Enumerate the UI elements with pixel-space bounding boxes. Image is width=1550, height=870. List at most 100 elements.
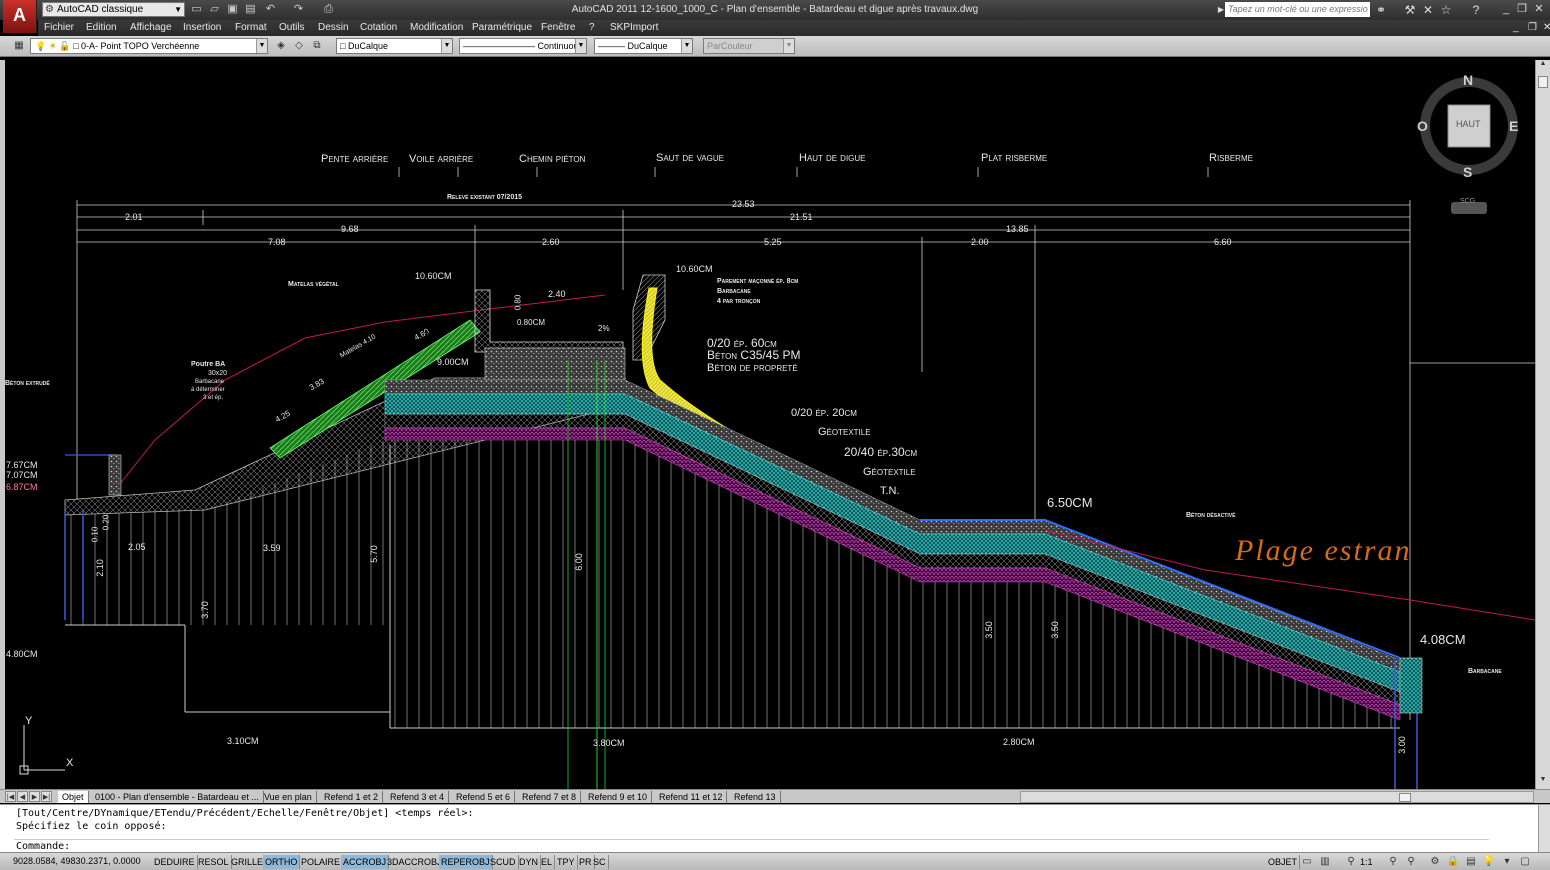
annotation-scale[interactable]: 1:1: [1358, 855, 1375, 869]
toggle-ortho[interactable]: ORTHO: [263, 855, 301, 869]
lineweight-select[interactable]: ——— DuCalque ▼: [594, 38, 693, 54]
ucs-icon: [19, 725, 65, 775]
menu-skpimport[interactable]: SKPImport: [610, 22, 658, 33]
menu-affichage[interactable]: Affichage: [130, 22, 172, 33]
color-select[interactable]: □ DuCalque ▼: [336, 38, 453, 54]
close-x-icon[interactable]: ✕: [1420, 2, 1436, 18]
menu-modification[interactable]: Modification: [410, 22, 463, 33]
annotation-visibility-icon[interactable]: ⚲: [1386, 855, 1400, 869]
menu-outils[interactable]: Outils: [279, 22, 305, 33]
last-tab-icon[interactable]: ▶|: [41, 791, 52, 802]
menu-help[interactable]: ?: [589, 22, 595, 33]
viewcube[interactable]: [1420, 77, 1518, 214]
layer-select[interactable]: 💡 ☀ 🔓 □ 0-A- Point TOPO Verchéenne ▼: [30, 38, 268, 54]
lightbulb-icon: 💡: [35, 41, 47, 51]
toggle-3daccrobj[interactable]: 3DACCROBJ: [385, 855, 445, 869]
next-tab-icon[interactable]: ▶: [29, 791, 40, 802]
tab-refend-5-6[interactable]: Refend 5 et 6: [452, 791, 516, 803]
tab-vue-en-plan[interactable]: Vue en plan: [260, 791, 317, 803]
doc-minimize-button[interactable]: _: [1513, 22, 1519, 33]
toggle-sc[interactable]: SC: [591, 855, 609, 869]
tab-objet[interactable]: Objet: [58, 791, 89, 803]
save-icon[interactable]: ▣: [226, 3, 239, 16]
scroll-up-icon[interactable]: ▲: [1536, 60, 1550, 72]
toggle-dyn[interactable]: DYN: [517, 855, 542, 869]
linetype-select[interactable]: ———————— Continuous ▼: [459, 38, 587, 54]
auto-scale-icon[interactable]: ⚲: [1404, 855, 1418, 869]
scroll-thumb[interactable]: [1538, 76, 1548, 88]
tab-refend-13[interactable]: Refend 13: [730, 791, 781, 803]
doc-restore-button[interactable]: ❐: [1528, 22, 1537, 33]
model-icon[interactable]: ▭: [1300, 855, 1314, 869]
help-icon[interactable]: ?: [1468, 2, 1484, 18]
menu-fichier[interactable]: Fichier: [44, 22, 74, 33]
save-as-icon[interactable]: ▤: [244, 3, 257, 16]
tab-refend-1-2[interactable]: Refend 1 et 2: [320, 791, 384, 803]
menu-fenetre[interactable]: Fenêtre: [541, 22, 575, 33]
open-file-icon[interactable]: ▱: [208, 3, 221, 16]
toggle-reperobj[interactable]: REPEROBJ: [439, 855, 493, 869]
clean-screen-icon[interactable]: ▢: [1518, 855, 1532, 869]
command-scrollbar[interactable]: [1538, 805, 1550, 853]
minimize-button[interactable]: _: [1498, 2, 1514, 16]
model-space-button[interactable]: OBJET: [1266, 855, 1301, 869]
undo-icon[interactable]: ↶: [264, 3, 277, 16]
toggle-accrobj[interactable]: ACCROBJ: [341, 855, 390, 869]
command-prompt: Commande:: [16, 841, 71, 852]
toggle-deduire[interactable]: DEDUIRE: [152, 855, 198, 869]
first-tab-icon[interactable]: |◀: [5, 791, 16, 802]
tab-refend-11-12[interactable]: Refend 11 et 12: [655, 791, 728, 803]
hscroll-thumb[interactable]: [1399, 793, 1411, 802]
layer-manager-icon[interactable]: ▦: [12, 39, 26, 53]
menu-format[interactable]: Format: [235, 22, 267, 33]
lock-icon[interactable]: 🔒: [1446, 855, 1460, 869]
toggle-resol[interactable]: RESOL: [196, 855, 232, 869]
annotation-scale-icon[interactable]: ⚲: [1344, 855, 1358, 869]
toggle-el[interactable]: EL: [539, 855, 556, 869]
tab-refend-9-10[interactable]: Refend 9 et 10: [584, 791, 653, 803]
vertical-scrollbar[interactable]: ▲ ▼: [1535, 60, 1550, 789]
layer-previous-icon[interactable]: ◇: [292, 39, 306, 53]
prev-tab-icon[interactable]: ◀: [17, 791, 28, 802]
cursor-coordinates: 9028.0584, 49830.2371, 0.0000: [13, 856, 141, 866]
toggle-grille[interactable]: GRILLE: [229, 855, 267, 869]
workspace-switch-icon[interactable]: ⚙: [1428, 855, 1442, 869]
wrench-icon[interactable]: ⚒: [1402, 2, 1418, 18]
toggle-tpy[interactable]: TPY: [555, 855, 578, 869]
toggle-polaire[interactable]: POLAIRE: [299, 855, 344, 869]
close-button[interactable]: ✕: [1531, 2, 1547, 16]
hardware-acceleration-icon[interactable]: ▤: [1464, 855, 1478, 869]
print-icon[interactable]: ⎙: [322, 3, 335, 16]
redo-icon[interactable]: ↷: [292, 3, 305, 16]
isolate-objects-icon[interactable]: 💡: [1482, 855, 1496, 869]
application-menu-button[interactable]: A: [3, 0, 37, 33]
menu-edition[interactable]: Edition: [86, 22, 117, 33]
menu-parametrique[interactable]: Paramétrique: [472, 22, 532, 33]
menu-dessin[interactable]: Dessin: [318, 22, 349, 33]
menu-insertion[interactable]: Insertion: [183, 22, 221, 33]
layout-icon[interactable]: ▥: [1318, 855, 1332, 869]
menu-cotation[interactable]: Cotation: [360, 22, 397, 33]
menu-bar: Fichier Edition Affichage Insertion Form…: [38, 20, 1550, 36]
chevron-down-icon: ▼: [783, 39, 794, 53]
drawing-canvas[interactable]: Pente arrière Voile arrière Chemin piéto…: [5, 60, 1535, 789]
toggle-scud[interactable]: SCUD: [488, 855, 519, 869]
binoculars-icon[interactable]: ⚭: [1373, 2, 1389, 18]
tab-refend-7-8[interactable]: Refend 7 et 8: [518, 791, 582, 803]
plotstyle-value: ParCouleur: [707, 41, 753, 51]
scroll-down-icon[interactable]: ▼: [1536, 776, 1550, 788]
command-input[interactable]: Commande:: [14, 839, 1489, 852]
new-file-icon[interactable]: ▭: [190, 3, 203, 16]
title-bar: A ⚙ AutoCAD classique ▼ ▭ ▱ ▣ ▤ ↶ ↷ ⎙ Au…: [0, 0, 1550, 33]
workspace-select[interactable]: ⚙ AutoCAD classique ▼: [42, 2, 185, 17]
layer-states-icon[interactable]: ⧉: [310, 39, 324, 53]
restore-button[interactable]: ❐: [1514, 2, 1530, 16]
help-search-input[interactable]: Tapez un mot-clé ou une expressio: [1225, 2, 1370, 17]
doc-close-button[interactable]: ✕: [1543, 22, 1550, 33]
star-icon[interactable]: ☆: [1438, 2, 1454, 18]
horizontal-scrollbar[interactable]: [1020, 791, 1534, 803]
tab-refend-3-4[interactable]: Refend 3 et 4: [386, 791, 450, 803]
tab-plan-ensemble[interactable]: 0100 - Plan d'ensemble - Batardeau et ..…: [91, 791, 264, 803]
make-current-layer-icon[interactable]: ◈: [274, 39, 288, 53]
status-menu-icon[interactable]: ▾: [1500, 855, 1514, 869]
